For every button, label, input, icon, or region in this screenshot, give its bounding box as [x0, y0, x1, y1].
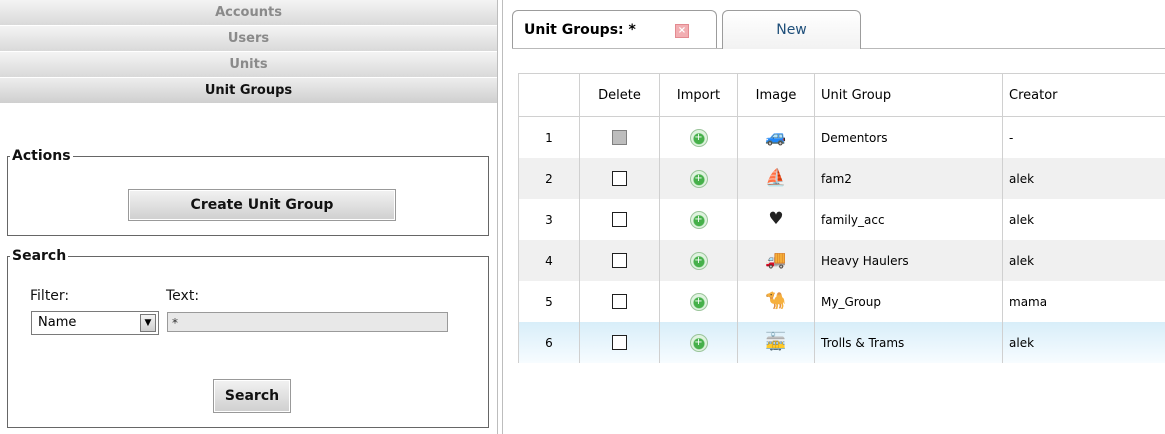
table-row[interactable]: 2 + ⛵ fam2 alek: [518, 158, 1165, 199]
table-row[interactable]: 4 + 🚚 Heavy Haulers alek: [518, 240, 1165, 281]
filter-select-value: Name: [38, 315, 77, 330]
table-row[interactable]: 5 + 🐪 My_Group mama: [518, 281, 1165, 322]
tab-bar: Unit Groups: * × New: [512, 0, 1165, 49]
chevron-down-icon[interactable]: ▼: [140, 314, 156, 332]
search-panel: Search Filter: Text: Name ▼ * Search: [7, 248, 489, 428]
truck-icon: 🚚: [765, 250, 787, 270]
table-row[interactable]: 6 + 🚋 Trolls & Trams alek: [518, 322, 1165, 363]
row-number: 4: [518, 240, 580, 281]
creator-name: alek: [1002, 199, 1165, 240]
heart-icon: ♥: [768, 209, 784, 229]
row-number: 2: [518, 158, 580, 199]
tab-new[interactable]: New: [722, 10, 861, 49]
unit-group-name[interactable]: Dementors: [814, 116, 1003, 158]
left-panel: Accounts Users Units Unit Groups Actions…: [0, 0, 497, 434]
header-number: [518, 73, 580, 117]
delete-checkbox: [612, 130, 627, 145]
panel-splitter[interactable]: [497, 0, 512, 434]
unit-groups-table: Delete Import Image Unit Group Creator 1…: [518, 73, 1165, 363]
unit-group-name[interactable]: My_Group: [814, 281, 1003, 322]
close-icon[interactable]: ×: [675, 24, 689, 38]
import-icon[interactable]: +: [689, 128, 708, 147]
header-unit-group[interactable]: Unit Group: [814, 73, 1003, 117]
nav-accounts[interactable]: Accounts: [0, 0, 497, 26]
filter-select[interactable]: Name ▼: [31, 311, 159, 335]
table-row[interactable]: 3 + ♥ family_acc alek: [518, 199, 1165, 240]
create-unit-group-button[interactable]: Create Unit Group: [128, 189, 396, 221]
search-legend: Search: [12, 248, 67, 264]
import-icon[interactable]: +: [689, 251, 708, 270]
actions-legend: Actions: [12, 148, 71, 164]
row-number: 5: [518, 281, 580, 322]
delete-checkbox[interactable]: [612, 253, 627, 268]
table-row[interactable]: 1 + 🚙 Dementors -: [518, 116, 1165, 158]
creator-name: alek: [1002, 240, 1165, 281]
unit-group-name[interactable]: Heavy Haulers: [814, 240, 1003, 281]
delete-checkbox[interactable]: [612, 294, 627, 309]
row-number: 6: [518, 322, 580, 363]
right-panel: Unit Groups: * × New Delete Import Image…: [512, 0, 1165, 434]
delete-checkbox[interactable]: [612, 212, 627, 227]
camel-icon: 🐪: [765, 291, 787, 311]
import-icon[interactable]: +: [689, 210, 708, 229]
tram-icon: 🚋: [765, 332, 787, 352]
text-label: Text:: [166, 288, 200, 304]
row-number: 1: [518, 116, 580, 158]
creator-name: alek: [1002, 158, 1165, 199]
actions-panel: Actions Create Unit Group: [7, 148, 489, 236]
car-icon: 🚙: [765, 127, 787, 147]
creator-name: mama: [1002, 281, 1165, 322]
delete-checkbox[interactable]: [612, 335, 627, 350]
search-text-input[interactable]: *: [167, 312, 448, 332]
row-number: 3: [518, 199, 580, 240]
search-button[interactable]: Search: [213, 379, 291, 413]
unit-group-name[interactable]: family_acc: [814, 199, 1003, 240]
filter-label: Filter:: [30, 288, 70, 304]
table-header-row: Delete Import Image Unit Group Creator: [518, 73, 1165, 117]
import-icon[interactable]: +: [689, 292, 708, 311]
nav-unit-groups[interactable]: Unit Groups: [0, 78, 497, 104]
unit-group-name[interactable]: Trolls & Trams: [814, 322, 1003, 363]
delete-checkbox[interactable]: [612, 171, 627, 186]
tab-unit-groups[interactable]: Unit Groups: * ×: [512, 10, 717, 48]
creator-name: alek: [1002, 322, 1165, 363]
nav-users[interactable]: Users: [0, 26, 497, 52]
nav-units[interactable]: Units: [0, 52, 497, 78]
header-image[interactable]: Image: [737, 73, 815, 117]
tab-unit-groups-label: Unit Groups: *: [524, 22, 636, 38]
creator-name: -: [1002, 116, 1165, 158]
import-icon[interactable]: +: [689, 169, 708, 188]
header-delete[interactable]: Delete: [579, 73, 660, 117]
sailboat-icon: ⛵: [765, 168, 787, 188]
unit-group-name[interactable]: fam2: [814, 158, 1003, 199]
header-creator[interactable]: Creator: [1002, 73, 1165, 117]
import-icon[interactable]: +: [689, 333, 708, 352]
header-import[interactable]: Import: [659, 73, 738, 117]
